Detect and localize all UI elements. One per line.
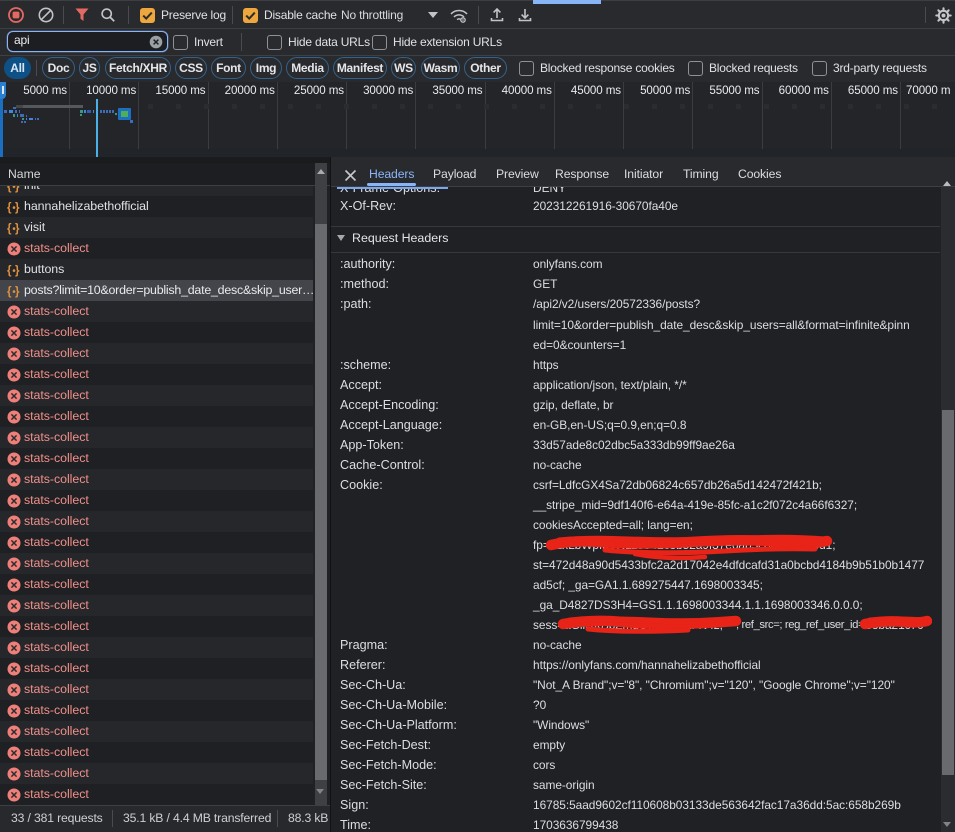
svg-text:{: { [7, 223, 12, 235]
svg-text:{: { [7, 286, 12, 298]
svg-text:{: { [7, 186, 12, 193]
svg-text:{: { [7, 265, 12, 277]
svg-text:}: } [15, 223, 20, 235]
svg-text:}: } [15, 186, 20, 193]
svg-text:{: { [7, 202, 12, 214]
svg-text:}: } [15, 286, 20, 298]
svg-text:}: } [15, 265, 20, 277]
svg-text:}: } [15, 202, 20, 214]
